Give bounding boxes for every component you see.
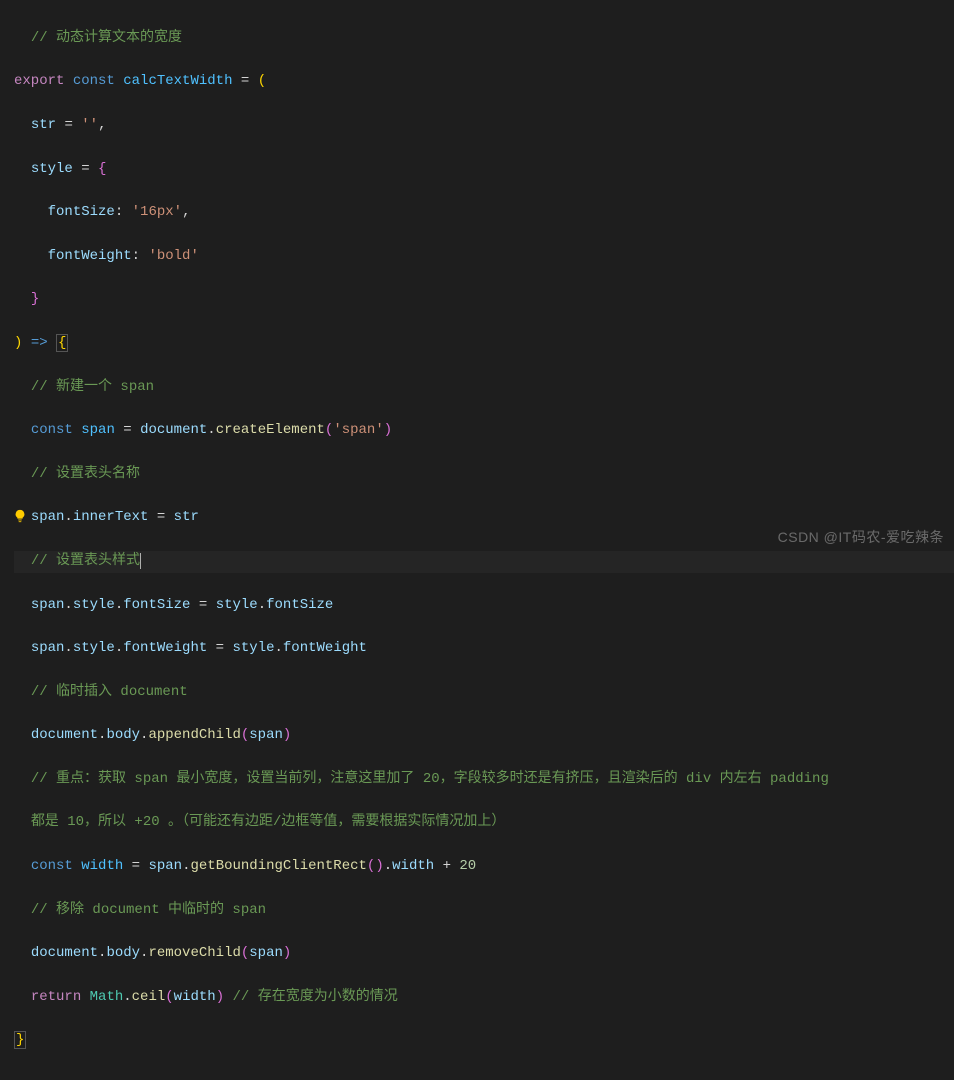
code-line: return Math.ceil(width) // 存在宽度为小数的情况 xyxy=(14,987,954,1009)
brace-close: } xyxy=(31,291,39,307)
function-name: calcTextWidth xyxy=(123,73,232,89)
comment: // 新建一个 span xyxy=(31,379,154,395)
code-line-active: // 设置表头样式 xyxy=(14,551,954,573)
code-line: // 新建一个 span xyxy=(14,377,954,399)
param: style xyxy=(31,161,73,177)
code-line: } xyxy=(14,1030,954,1052)
code-line: fontSize: '16px', xyxy=(14,202,954,224)
comment: // 移除 document 中临时的 span xyxy=(31,902,266,918)
brace-open: { xyxy=(98,161,106,177)
property: fontSize xyxy=(48,204,115,220)
lightbulb-icon[interactable] xyxy=(13,509,27,523)
arrow: => xyxy=(31,335,48,351)
comment: // 动态计算文本的宽度 xyxy=(31,30,182,46)
code-line: span.style.fontSize = style.fontSize xyxy=(14,595,954,617)
code-line: 都是 10，所以 +20 。（可能还有边距/边框等值，需要根据实际情况加上） xyxy=(14,812,954,834)
comment: // 设置表头名称 xyxy=(31,466,140,482)
code-line: // 重点：获取 span 最小宽度，设置当前列，注意这里加了 20，字段较多时… xyxy=(14,769,954,791)
text-cursor xyxy=(140,553,141,569)
code-line: const span = document.createElement('spa… xyxy=(14,420,954,442)
paren-open: ( xyxy=(258,73,266,89)
code-line: span.style.fontWeight = style.fontWeight xyxy=(14,638,954,660)
code-line: style = { xyxy=(14,159,954,181)
comment: // 存在宽度为小数的情况 xyxy=(233,989,398,1005)
watermark: CSDN @IT码农-爱吃辣条 xyxy=(778,527,944,549)
code-line: fontWeight: 'bold' xyxy=(14,246,954,268)
code-line: span.innerText = str xyxy=(14,507,954,529)
code-line: // 动态计算文本的宽度 xyxy=(14,28,954,50)
comment: // 临时插入 document xyxy=(31,684,188,700)
param: str xyxy=(31,117,56,133)
comment: // 设置表头样式 xyxy=(31,553,140,569)
paren-close: ) xyxy=(14,335,22,351)
code-line: document.body.appendChild(span) xyxy=(14,725,954,747)
property: fontWeight xyxy=(48,248,132,264)
code-line: export const calcTextWidth = ( xyxy=(14,71,954,93)
code-line: // 临时插入 document xyxy=(14,682,954,704)
code-line: // 移除 document 中临时的 span xyxy=(14,900,954,922)
code-line: ) => { xyxy=(14,333,954,355)
code-line: document.body.removeChild(span) xyxy=(14,943,954,965)
keyword-return: return xyxy=(31,989,81,1005)
comment: 都是 10，所以 +20 。（可能还有边距/边框等值，需要根据实际情况加上） xyxy=(31,814,506,830)
brace-close: } xyxy=(14,1031,26,1049)
keyword-export: export xyxy=(14,73,64,89)
comment: // 重点：获取 span 最小宽度，设置当前列，注意这里加了 20，字段较多时… xyxy=(31,771,829,787)
code-line: } xyxy=(14,289,954,311)
brace-open: { xyxy=(56,334,68,352)
keyword-const: const xyxy=(73,73,115,89)
code-line: const width = span.getBoundingClientRect… xyxy=(14,856,954,878)
code-line: str = '', xyxy=(14,115,954,137)
code-line: // 设置表头名称 xyxy=(14,464,954,486)
